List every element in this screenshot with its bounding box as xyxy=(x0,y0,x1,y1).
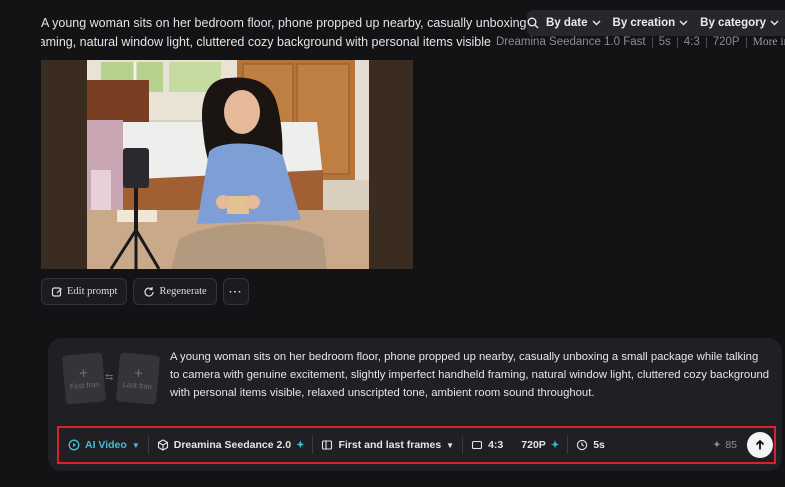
divider xyxy=(676,36,678,48)
meta-ratio: 4:3 xyxy=(683,36,700,48)
chevron-down-icon xyxy=(770,20,779,26)
model-selector[interactable]: Dreamina Seedance 2.0 ✦ xyxy=(149,431,313,459)
divider xyxy=(705,36,707,48)
clock-icon xyxy=(577,439,588,451)
edit-prompt-label: Edit prompt xyxy=(67,286,118,297)
chevron-down-icon xyxy=(592,20,601,26)
search-icon[interactable] xyxy=(527,17,540,29)
filter-by-creation-label: By creation xyxy=(612,17,676,29)
ratio-resolution-selector[interactable]: 4:3 720P ✦ xyxy=(463,431,567,459)
frames-selector[interactable]: First and last frames ▼ xyxy=(313,431,462,459)
video-mode-icon xyxy=(68,439,80,451)
edit-icon xyxy=(51,286,62,297)
sparkle-icon: ✦ xyxy=(550,439,560,451)
filter-by-date[interactable]: By date xyxy=(540,17,607,29)
credits-icon: ✦ xyxy=(712,439,722,451)
credits-cost: ✦ 85 xyxy=(713,439,738,451)
result-prompt-line-1: A young woman sits on her bedroom floor,… xyxy=(41,16,571,30)
meta-resolution: 720P xyxy=(712,36,740,48)
credits-value: 85 xyxy=(725,439,737,451)
refresh-icon xyxy=(144,286,155,297)
ellipsis-icon: ··· xyxy=(228,285,243,298)
meta-duration: 5s xyxy=(658,36,671,48)
plus-icon: + xyxy=(133,364,144,382)
composer-prompt-input[interactable]: A young woman sits on her bedroom floor,… xyxy=(170,348,770,402)
chevron-down-icon xyxy=(679,20,688,26)
model-label: Dreamina Seedance 2.0 xyxy=(173,439,292,451)
sparkle-icon: ✦ xyxy=(296,439,305,451)
aspect-ratio-icon xyxy=(472,440,483,450)
last-frame-upload[interactable]: + Last fran xyxy=(115,352,161,405)
resolution-label: 720P xyxy=(521,439,546,451)
filter-by-category-label: By category xyxy=(700,17,766,29)
generation-toolbar: AI Video ▼ Dreamina Seedance 2.0 ✦ First… xyxy=(60,429,773,461)
ratio-label: 4:3 xyxy=(488,439,504,451)
mode-selector[interactable]: AI Video ▼ xyxy=(60,431,148,459)
mode-label: AI Video xyxy=(85,439,127,451)
result-actions: Edit prompt Regenerate ··· xyxy=(41,278,249,305)
result-prompt-line-2: slightly imperfect handheld framing, nat… xyxy=(41,35,491,49)
divider xyxy=(651,36,653,48)
chevron-down-icon: ▼ xyxy=(446,440,455,450)
regenerate-label: Regenerate xyxy=(159,286,207,297)
arrow-up-icon xyxy=(755,439,765,450)
first-frame-label: First fran xyxy=(69,379,100,391)
video-frame-image xyxy=(87,60,369,269)
more-options-button[interactable]: ··· xyxy=(222,278,249,305)
duration-label: 5s xyxy=(593,439,605,451)
first-frame-upload[interactable]: + First fran xyxy=(61,352,107,405)
frames-label: First and last frames xyxy=(338,439,442,451)
filter-by-date-label: By date xyxy=(545,17,588,29)
result-prompt: A young woman sits on her bedroom floor,… xyxy=(41,14,571,52)
filter-by-creation[interactable]: By creation xyxy=(607,17,695,29)
filter-by-category[interactable]: By category xyxy=(694,17,785,29)
divider xyxy=(745,36,747,48)
submit-button[interactable] xyxy=(747,432,773,458)
last-frame-label: Last fran xyxy=(122,379,153,391)
chevron-down-icon: ▼ xyxy=(131,440,140,450)
edit-prompt-button[interactable]: Edit prompt xyxy=(41,278,128,305)
regenerate-button[interactable]: Regenerate xyxy=(133,278,217,305)
frames-icon xyxy=(322,440,333,450)
more-info-link[interactable]: More info xyxy=(753,36,785,48)
plus-icon: + xyxy=(78,364,89,382)
swap-frames-icon[interactable]: ⇆ xyxy=(105,372,113,383)
generated-video[interactable] xyxy=(41,60,413,269)
result-meta: Dreamina Seedance 1.0 Fast 5s 4:3 720P M… xyxy=(496,33,785,51)
cube-icon xyxy=(157,439,168,451)
duration-selector[interactable]: 5s xyxy=(568,431,613,459)
meta-model: Dreamina Seedance 1.0 Fast xyxy=(496,36,646,48)
